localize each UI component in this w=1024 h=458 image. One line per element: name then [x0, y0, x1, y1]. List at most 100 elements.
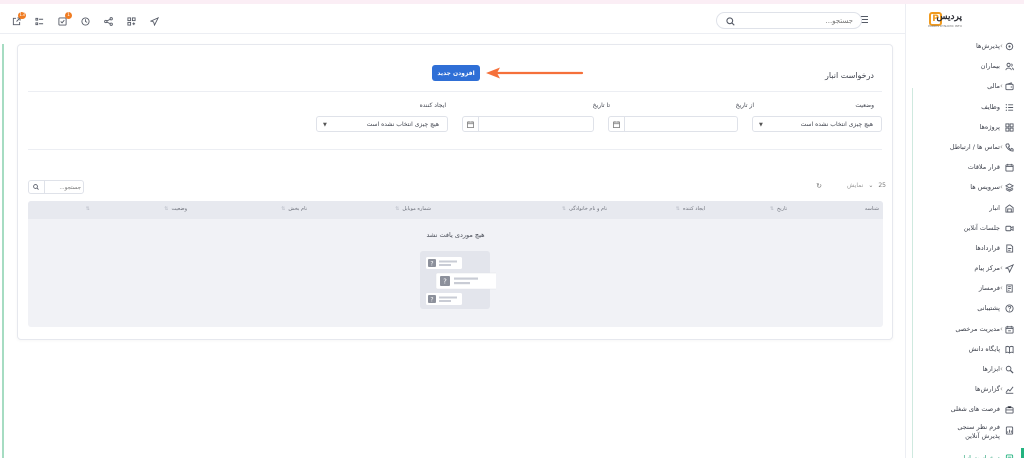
warehouse-request-card: درخواست انبار افزودن جدید وضعیت هیچ چیزی…	[17, 44, 893, 340]
sidebar-item-8[interactable]: انبار	[906, 198, 1024, 218]
chevron-left-icon[interactable]: ›	[1000, 385, 1003, 393]
tools-icon	[1005, 365, 1014, 374]
wallet-icon	[1005, 82, 1014, 91]
column-header-2[interactable]: ایجاد کننده⇅	[676, 206, 705, 212]
notifications-icon[interactable]: 13	[12, 12, 26, 26]
from-date-label: از تاریخ	[735, 102, 754, 109]
chevron-left-icon[interactable]: ›	[1000, 82, 1003, 90]
sidebar-item-label: قراردادها	[975, 243, 1000, 252]
sidebar-item-5[interactable]: تماس ها / ارتباطل ›	[906, 137, 1024, 157]
calendar-icon[interactable]	[609, 117, 625, 131]
column-header-4[interactable]: شماره موبایل⇅	[395, 206, 431, 212]
table-search-input[interactable]	[49, 183, 81, 192]
sidebar-item-label: قرار ملاقات	[967, 163, 1000, 172]
send-icon[interactable]	[149, 16, 160, 27]
search-icon	[33, 184, 39, 190]
add-new-button[interactable]: افزودن جدید	[432, 65, 480, 81]
sidebar-item-label: پشتیبانی	[977, 304, 1000, 313]
list-icon	[1005, 103, 1014, 112]
to-date-input[interactable]	[462, 116, 594, 132]
global-search-input[interactable]	[743, 15, 853, 26]
chevron-left-icon[interactable]: ›	[1000, 365, 1003, 373]
sidebar-item-label: پذیرش‌ها	[976, 42, 1000, 50]
sidebar-item-label: پروژه‌ها	[979, 122, 1001, 131]
sidebar-item-4[interactable]: پروژه‌ها	[906, 117, 1024, 137]
sidebar-item-14[interactable]: مدیریت مرخصی ›	[906, 319, 1024, 339]
checklist-icon[interactable]	[35, 17, 44, 26]
chevron-down-icon: ⌄	[868, 182, 874, 189]
chart-icon	[1005, 385, 1014, 394]
chevron-left-icon[interactable]: ›	[1000, 325, 1003, 333]
sidebar-item-0[interactable]: پذیرش‌ها ›	[906, 36, 1024, 56]
chevron-left-icon[interactable]: ›	[1000, 264, 1003, 272]
sidebar-item-1[interactable]: بیماران	[906, 56, 1024, 76]
form-icon	[1005, 284, 1014, 293]
sort-icon: ⇅	[85, 206, 90, 212]
sidebar-item-3[interactable]: وظایف	[906, 97, 1024, 117]
column-header-5[interactable]: نام بخش⇅	[281, 206, 307, 212]
share-icon[interactable]	[104, 17, 113, 26]
column-header-6[interactable]: وضعیت⇅	[164, 206, 187, 212]
status-select-value: هیچ چیزی انتخاب نشده است	[800, 121, 873, 128]
sidebar-item-20[interactable]: درخواست انبار	[906, 448, 1024, 458]
video-icon	[1005, 224, 1014, 233]
brand-logo[interactable]: P پردیس PARDIS DYNAMIC INFO	[926, 8, 962, 32]
sidebar-item-label: مرکز پیام	[974, 264, 1000, 273]
apps-icon[interactable]	[127, 17, 136, 26]
sidebar-item-label: مالی	[987, 82, 1000, 91]
status-filter-label: وضعیت	[855, 102, 874, 109]
tasks-icon[interactable]: 1	[58, 12, 72, 26]
column-header-1[interactable]: تاریخ⇅	[770, 206, 787, 212]
brand-name: پردیس	[936, 12, 962, 22]
sidebar-item-label: انبار	[989, 203, 1000, 212]
page-title: درخواست انبار	[825, 71, 874, 80]
send-icon	[1004, 264, 1015, 274]
users-icon	[1005, 62, 1014, 71]
sidebar-item-15[interactable]: پایگاه دانش	[906, 339, 1024, 359]
chevron-left-icon[interactable]: ›	[1000, 143, 1003, 151]
sidebar-item-label: درخواست انبار	[960, 453, 1000, 458]
chevron-down-icon: ▼	[323, 122, 327, 128]
to-date-label: تا تاریخ	[592, 102, 610, 109]
search-icon	[726, 17, 735, 26]
sidebar-item-7[interactable]: سرویس ها ›	[906, 177, 1024, 197]
sidebar-item-6[interactable]: قرار ملاقات	[906, 157, 1024, 177]
sidebar-item-label: گزارش‌ها	[975, 385, 1000, 394]
briefcase-icon	[1005, 405, 1014, 414]
from-date-input[interactable]	[608, 116, 738, 132]
sidebar-item-10[interactable]: قراردادها	[906, 238, 1024, 258]
column-header-3[interactable]: نام و نام خانوادگی⇅	[562, 206, 607, 212]
sidebar-item-11[interactable]: مرکز پیام ›	[906, 258, 1024, 278]
calendar-icon[interactable]	[463, 117, 479, 131]
clock-icon[interactable]	[81, 17, 90, 26]
sidebar-item-label: تماس ها / ارتباطل	[949, 142, 1000, 151]
table-search-button[interactable]	[29, 181, 45, 193]
sidebar-item-label: پایگاه دانش	[968, 344, 1000, 353]
column-header-0[interactable]: شناسه	[865, 206, 879, 212]
per-page-control[interactable]: 25 ⌄ نمایش	[847, 182, 886, 189]
sidebar-item-2[interactable]: مالی ›	[906, 76, 1024, 96]
chevron-left-icon[interactable]: ›	[1000, 183, 1003, 191]
sidebar-item-18[interactable]: فرصت های شغلی	[906, 399, 1024, 419]
sidebar-item-12[interactable]: فرمساز ›	[906, 278, 1024, 298]
sidebar-item-16[interactable]: ابزارها ›	[906, 359, 1024, 379]
global-search[interactable]	[716, 12, 862, 29]
requests-table: شناسه تاریخ⇅ ایجاد کننده⇅ نام و نام خانوادگ…	[28, 201, 883, 327]
sidebar-item-13[interactable]: پشتیبانی	[906, 298, 1024, 318]
sidebar-item-19[interactable]: فرم نظر سنجی پذیرش آنلاین	[906, 420, 1024, 448]
survey-icon	[1005, 426, 1014, 435]
chevron-left-icon[interactable]: ›	[1000, 42, 1003, 50]
creator-select[interactable]: هیچ چیزی انتخاب نشده است ▼	[316, 116, 448, 132]
chevron-left-icon[interactable]: ›	[1000, 284, 1003, 292]
refresh-icon[interactable]: ↻	[816, 182, 822, 190]
sidebar-item-9[interactable]: جلسات آنلاین	[906, 218, 1024, 238]
sidebar-item-17[interactable]: گزارش‌ها ›	[906, 379, 1024, 399]
leave-icon	[1005, 325, 1014, 334]
column-header-label: تاریخ	[777, 206, 787, 212]
column-header-7[interactable]: ⇅	[86, 206, 93, 212]
sidebar-scroll-track	[912, 88, 913, 458]
status-select[interactable]: هیچ چیزی انتخاب نشده است ▼	[752, 116, 882, 132]
pointer-arrow-icon	[486, 67, 584, 79]
sidebar-item-label: سرویس ها	[970, 183, 1000, 192]
table-search[interactable]	[28, 180, 84, 194]
